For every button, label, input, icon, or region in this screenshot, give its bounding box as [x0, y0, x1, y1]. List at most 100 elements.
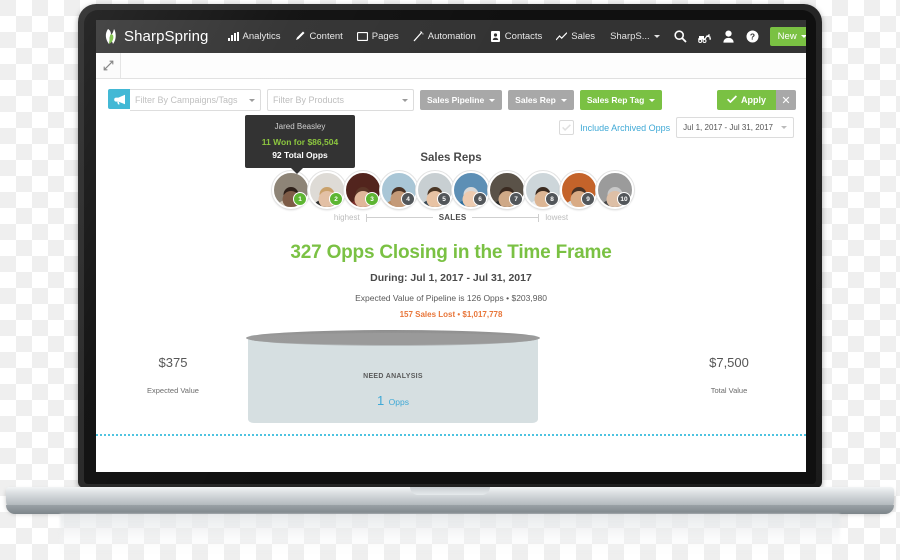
screen: SharpSpring Analytics Content Pages Auto…	[96, 20, 806, 472]
scale-left-axis	[365, 213, 433, 222]
product-filter-select[interactable]: Filter By Products	[267, 89, 414, 111]
app-navbar: SharpSpring Analytics Content Pages Auto…	[96, 20, 806, 53]
pencil-icon	[295, 31, 306, 42]
funnel-stage-opps[interactable]: 1 Opps	[248, 392, 538, 410]
rep-rank-badge: 1	[293, 192, 307, 206]
right-value-group: $7,500 Total Value	[674, 355, 784, 395]
check-icon	[726, 95, 737, 105]
brand-name: SharpSpring	[124, 28, 209, 45]
chevron-down-icon	[489, 98, 496, 102]
sales-pipeline-label: Sales Pipeline	[427, 95, 485, 105]
nav-item-content[interactable]: Content	[288, 20, 350, 53]
funnel-chart: $375 Expected Value NEED ANALYSIS 1 Opps…	[96, 330, 806, 440]
rep-rank-badge: 4	[401, 192, 415, 206]
sales-rep-avatar[interactable]: 10	[596, 171, 634, 209]
nav-item-contacts[interactable]: Contacts	[483, 20, 550, 53]
sales-rep-avatar[interactable]: 1	[272, 171, 310, 209]
sales-rep-avatar[interactable]: 5	[416, 171, 454, 209]
nav-label: Pages	[371, 31, 399, 42]
funnel-stage-count: 1	[376, 393, 385, 408]
sales-rep-avatar[interactable]: 8	[524, 171, 562, 209]
nav-item-pages[interactable]: Pages	[350, 20, 406, 53]
expand-icon[interactable]	[96, 53, 121, 78]
campaign-filter-select[interactable]: Filter By Campaigns/Tags	[130, 89, 261, 111]
sales-pipeline-button[interactable]: Sales Pipeline	[420, 90, 503, 110]
nav-label: Content	[309, 31, 343, 42]
apply-group: Apply ✕	[716, 90, 796, 110]
nav-item-automation[interactable]: Automation	[406, 20, 483, 53]
rep-rank-badge: 3	[365, 192, 379, 206]
funnel-stage-unit: Opps	[388, 397, 409, 407]
sales-rep-label: Sales Rep	[515, 95, 556, 105]
nav-label: Sales	[571, 31, 596, 42]
sales-rep-avatar[interactable]: 2	[308, 171, 346, 209]
left-value-group: $375 Expected Value	[118, 355, 228, 395]
tooltip-name: Jared Beasley	[274, 122, 326, 131]
product-filter-placeholder: Filter By Products	[273, 95, 345, 105]
help-icon[interactable]: ?	[742, 20, 764, 53]
laptop-base-edge	[6, 505, 894, 514]
scale-mid-label: SALES	[438, 213, 467, 222]
rep-rank-badge: 6	[473, 192, 487, 206]
contact-card-icon	[490, 31, 501, 42]
search-icon[interactable]	[670, 20, 692, 53]
sales-rep-avatar[interactable]: 3	[344, 171, 382, 209]
expected-value-text: Expected Value of Pipeline is 126 Opps •…	[355, 293, 547, 303]
sales-reps-title: Sales Reps	[420, 152, 482, 164]
sub-tab-bar	[96, 53, 806, 79]
tooltip-total: 92 Total Opps	[272, 150, 328, 160]
sales-rep-avatar[interactable]: 9	[560, 171, 598, 209]
megaphone-icon[interactable]	[108, 89, 130, 109]
sales-rep-avatar[interactable]: 6	[452, 171, 490, 209]
laptop-notch	[410, 487, 490, 495]
date-range-subtitle: During: Jul 1, 2017 - Jul 31, 2017	[370, 272, 532, 284]
sales-rep-tag-button[interactable]: Sales Rep Tag	[579, 90, 663, 110]
scale-highest-label: highest	[333, 213, 360, 222]
sales-rep-avatar[interactable]: 4	[380, 171, 418, 209]
nav-item-sales[interactable]: Sales	[549, 20, 602, 53]
rep-rank-badge: 2	[329, 192, 343, 206]
scale-lowest-label: lowest	[545, 213, 569, 222]
rep-tooltip: Jared Beasley 11 Won for $86,504 92 Tota…	[245, 115, 355, 174]
carriage-icon[interactable]	[694, 20, 716, 53]
date-range-picker[interactable]: Jul 1, 2017 - Jul 31, 2017	[676, 117, 794, 138]
sales-scale: highest SALES lowest	[96, 213, 806, 222]
chevron-down-icon	[402, 98, 408, 102]
person-icon[interactable]	[718, 20, 740, 53]
tooltip-arrow	[291, 168, 303, 174]
trend-line-icon	[556, 31, 568, 42]
clear-filters-button[interactable]: ✕	[776, 90, 796, 110]
chevron-down-icon	[249, 98, 255, 102]
wand-icon	[413, 31, 424, 42]
tab-bar-empty	[121, 53, 806, 78]
laptop-mockup: SharpSpring Analytics Content Pages Auto…	[0, 0, 900, 560]
rep-rank-badge: 5	[437, 192, 451, 206]
total-value-amount: $7,500	[709, 355, 749, 370]
campaign-filter-group: Filter By Campaigns/Tags	[108, 89, 261, 111]
account-label: SharpS...	[610, 31, 650, 42]
sales-rep-tag-label: Sales Rep Tag	[586, 95, 645, 105]
apply-button[interactable]: Apply	[716, 90, 776, 110]
rep-rank-badge: 9	[581, 192, 595, 206]
nav-item-analytics[interactable]: Analytics	[221, 20, 288, 53]
account-menu[interactable]: SharpS...	[602, 31, 668, 42]
include-archived-checkbox[interactable]	[559, 120, 575, 135]
campaign-filter-placeholder: Filter By Campaigns/Tags	[135, 95, 238, 105]
apply-label: Apply	[740, 95, 766, 105]
sales-rep-button[interactable]: Sales Rep	[508, 90, 574, 110]
brand[interactable]: SharpSpring	[104, 28, 209, 46]
sales-rep-avatar[interactable]: 7	[488, 171, 526, 209]
close-icon: ✕	[781, 94, 791, 107]
laptop-reflection	[60, 514, 840, 556]
sales-reps-list: 1 2 3 4 5 6 7 8 9 10	[96, 171, 806, 209]
new-button[interactable]: New	[769, 27, 806, 46]
filter-row-secondary: Include Archived Opps Jul 1, 2017 - Jul …	[108, 117, 796, 138]
scale-right-axis	[472, 213, 540, 222]
rep-rank-badge: 10	[617, 192, 631, 206]
rep-rank-badge: 8	[545, 192, 559, 206]
funnel-stage-name: NEED ANALYSIS	[363, 373, 423, 380]
date-range-value: Jul 1, 2017 - Jul 31, 2017	[683, 123, 773, 132]
include-archived-label[interactable]: Include Archived Opps	[580, 123, 670, 133]
nav-label: Contacts	[504, 31, 543, 42]
sharpspring-logo-icon	[104, 28, 120, 46]
